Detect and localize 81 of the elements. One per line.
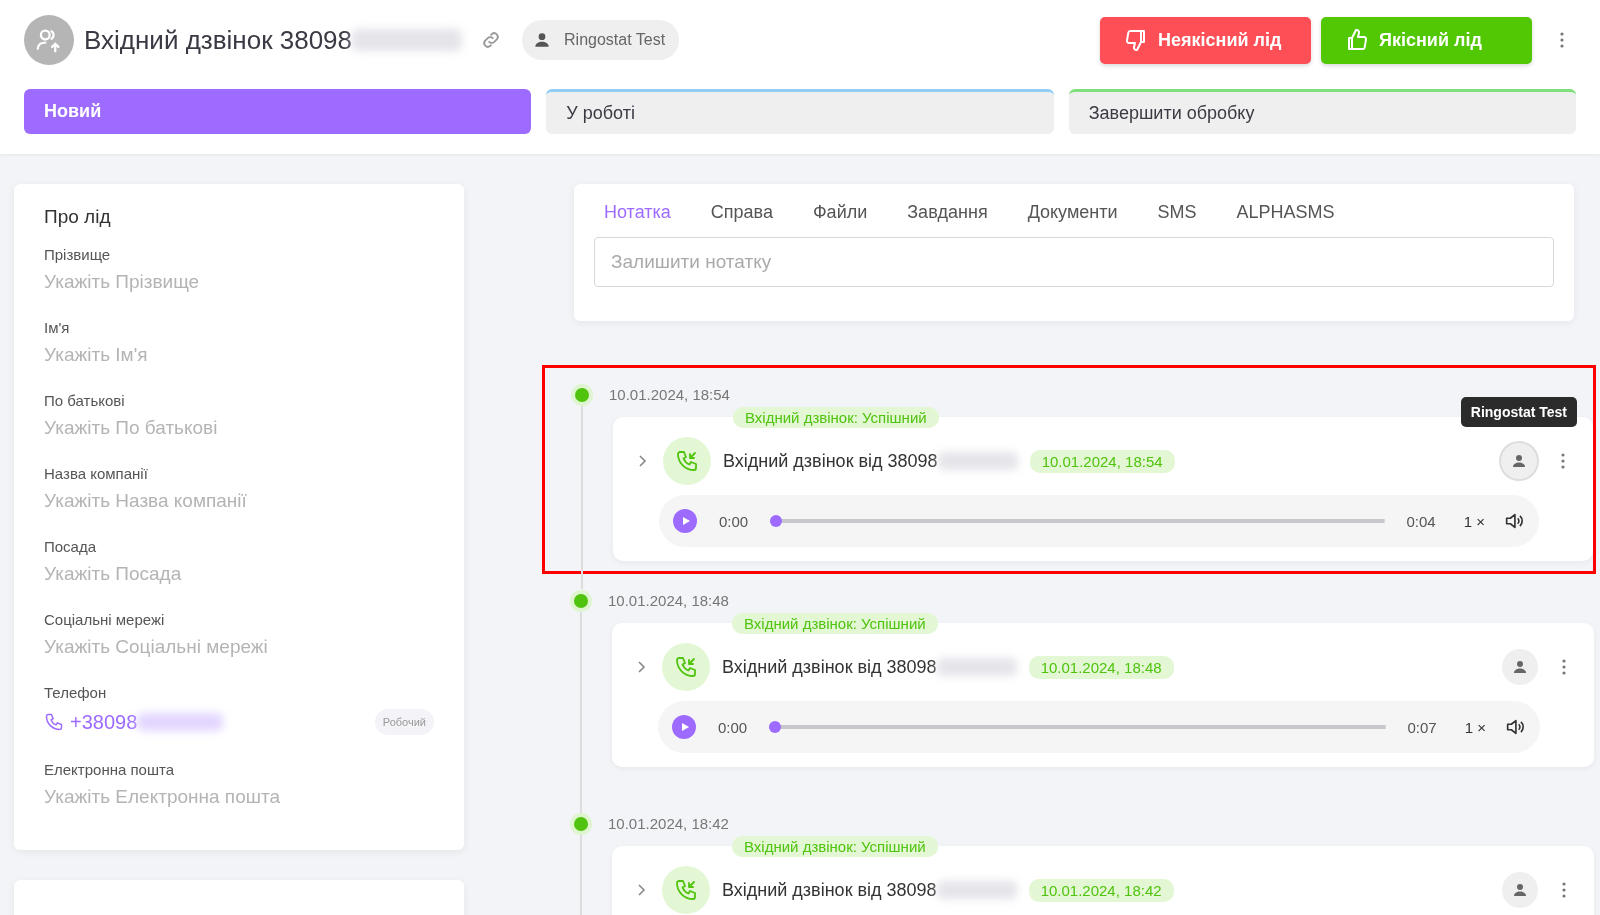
call-status-badge: Вхідний дзвінок: Успішний (733, 407, 939, 428)
play-icon (681, 516, 691, 526)
play-button[interactable] (672, 715, 696, 739)
timeline-dot (574, 816, 588, 831)
tooltip: Ringostat Test (1460, 397, 1577, 427)
field-placeholder[interactable]: Укажіть Електронна пошта (44, 786, 434, 808)
field-label: Соціальні мережі (44, 611, 166, 628)
activity-tab[interactable]: Файли (802, 198, 878, 227)
status-step[interactable]: Новий (24, 89, 532, 134)
call-time-badge: 10.01.2024, 18:54 (1029, 449, 1175, 473)
activity-tab[interactable]: Завдання (897, 198, 998, 227)
field-placeholder[interactable]: Укажіть По батькові (44, 417, 434, 439)
progress-thumb[interactable] (769, 721, 782, 733)
incoming-call-icon (663, 437, 711, 485)
assignee-button[interactable] (1501, 443, 1537, 479)
incoming-call-icon (662, 643, 710, 691)
current-time: 0:00 (719, 512, 749, 530)
lead-title: Вхідний дзвінок 38098 (84, 24, 353, 56)
activity-tab[interactable]: SMS (1147, 198, 1207, 227)
assignee-button[interactable] (1502, 872, 1538, 908)
card-title: Про лід (44, 206, 112, 228)
field-label: Посада (44, 538, 98, 555)
thumbs-up-icon (1345, 28, 1369, 52)
chevron-right-icon[interactable] (636, 882, 646, 898)
phone-icon (44, 712, 64, 732)
duration: 0:07 (1407, 718, 1437, 736)
person-icon (1510, 452, 1528, 470)
person-icon (1511, 658, 1529, 676)
more-icon[interactable] (1562, 882, 1566, 898)
lead-avatar-icon (24, 15, 74, 65)
field-label: Ім'я (44, 319, 71, 336)
play-button[interactable] (673, 509, 697, 533)
owner-chip[interactable]: Ringostat Test (522, 20, 680, 60)
event-date: 10.01.2024, 18:54 (609, 386, 730, 403)
progress-thumb[interactable] (770, 515, 783, 527)
field-placeholder[interactable]: Укажіть Ім'я (44, 344, 434, 366)
thumbs-down-icon (1124, 28, 1148, 52)
call-title: Вхідний дзвінок від 38098 (722, 656, 937, 678)
call-time-badge: 10.01.2024, 18:42 (1028, 878, 1174, 902)
call-status-badge: Вхідний дзвінок: Успішний (732, 836, 938, 857)
field-placeholder[interactable]: Укажіть Посада (44, 563, 434, 585)
person-icon (1511, 881, 1529, 899)
more-icon[interactable] (1560, 32, 1564, 48)
event-date: 10.01.2024, 18:42 (608, 815, 729, 832)
duration: 0:04 (1406, 512, 1436, 530)
status-step[interactable]: Завершити обробку (1068, 89, 1576, 134)
activity-tab[interactable]: ALPHASMS (1226, 198, 1345, 227)
timeline-dot (574, 593, 588, 608)
current-time: 0:00 (718, 718, 748, 736)
bad-lead-button[interactable]: Неякісний лід (1100, 16, 1311, 64)
field-placeholder[interactable]: Укажіть Назва компанії (44, 490, 434, 512)
event-date: 10.01.2024, 18:48 (608, 592, 729, 609)
activity-tab[interactable]: Нотатка (594, 198, 681, 227)
call-time-badge: 10.01.2024, 18:48 (1028, 655, 1174, 679)
good-lead-button[interactable]: Якісний лід (1321, 16, 1532, 64)
note-input[interactable]: Залишити нотатку (594, 237, 1554, 287)
more-icon[interactable] (1561, 453, 1565, 469)
speed-button[interactable]: 1 × (1458, 717, 1492, 737)
field-placeholder[interactable]: Укажіть Прізвище (44, 271, 434, 293)
speed-button[interactable]: 1 × (1457, 511, 1491, 531)
phone-type-tag: Робочий (374, 709, 434, 735)
field-label: Електронна пошта (44, 761, 175, 778)
chevron-right-icon[interactable] (637, 453, 647, 469)
activity-tab[interactable]: Документи (1017, 198, 1128, 227)
field-label: Прізвище (44, 246, 112, 263)
activity-tab[interactable]: Справа (700, 198, 783, 227)
call-status-badge: Вхідний дзвінок: Успішний (732, 613, 938, 634)
phone-link[interactable]: +38098 (70, 710, 138, 734)
field-placeholder[interactable]: Укажіть Соціальні мережі (44, 636, 434, 658)
timeline-dot (575, 387, 589, 402)
play-icon (680, 722, 690, 732)
more-icon[interactable] (1562, 659, 1566, 675)
chevron-right-icon[interactable] (636, 659, 646, 675)
incoming-call-icon (662, 866, 710, 914)
assignee-button[interactable] (1502, 649, 1538, 685)
call-title: Вхідний дзвінок від 38098 (723, 450, 938, 472)
field-label: Назва компанії (44, 465, 149, 482)
field-label: Телефон (44, 684, 108, 701)
call-title: Вхідний дзвінок від 38098 (722, 879, 937, 901)
field-label: По батькові (44, 392, 126, 409)
status-step[interactable]: У роботі (546, 89, 1054, 134)
